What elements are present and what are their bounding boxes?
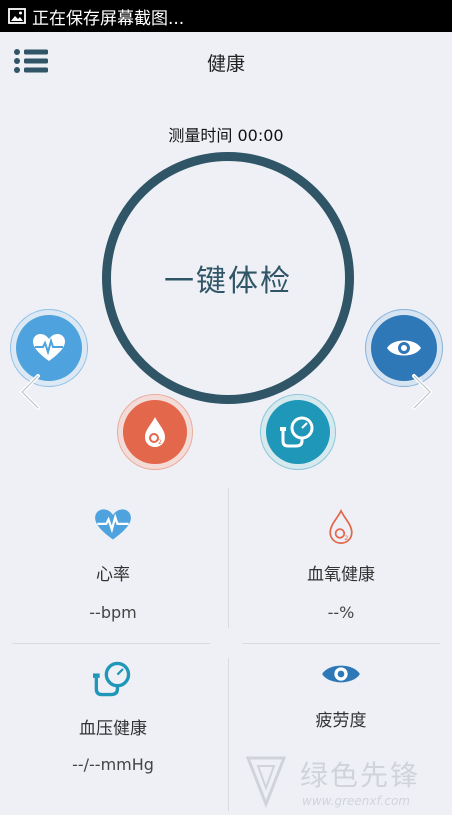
checkup-label: 一键体检 — [164, 264, 292, 299]
chevron-right-icon[interactable] — [408, 372, 438, 412]
status-notification: 正在保存屏幕截图... — [32, 8, 185, 29]
watermark-text: 绿色先锋 — [300, 759, 421, 792]
svg-text:2: 2 — [344, 534, 348, 542]
metric-label: 血压健康 — [79, 719, 147, 739]
page-title: 健康 — [206, 53, 245, 75]
heart-pulse-icon — [33, 334, 65, 361]
watermark-logo: 绿色先锋 www.greenxf.com — [244, 752, 452, 811]
metric-blood-oxygen[interactable]: 2 血氧健康 --% — [228, 508, 452, 622]
metric-value: --bpm — [89, 603, 137, 622]
blood-pressure-icon — [280, 416, 314, 448]
chevron-left-icon[interactable] — [14, 372, 44, 412]
blood-drop-icon: 2 — [145, 417, 165, 447]
grid-divider-horizontal-right — [242, 643, 440, 644]
metric-label: 血氧健康 — [307, 565, 375, 585]
metric-label: 疲劳度 — [315, 711, 367, 731]
eye-icon — [322, 665, 360, 683]
blood-pressure-icon — [93, 661, 131, 697]
blood-oxygen-circle-button[interactable]: 2 — [117, 394, 193, 470]
metric-value: --/--mmHg — [72, 755, 154, 774]
status-bar: 正在保存屏幕截图... — [0, 0, 452, 32]
blood-pressure-circle-button[interactable] — [260, 394, 336, 470]
image-icon — [8, 8, 26, 24]
metric-blood-pressure[interactable]: 血压健康 --/--mmHg — [0, 660, 226, 774]
metric-label: 心率 — [96, 565, 130, 585]
eye-icon — [387, 340, 421, 356]
metric-fatigue[interactable]: 疲劳度 — [228, 660, 452, 747]
app-header: 健康 — [0, 32, 452, 90]
heart-pulse-icon — [95, 509, 131, 540]
metric-value: --% — [327, 603, 355, 622]
grid-divider-horizontal-left — [12, 643, 210, 644]
svg-text:2: 2 — [158, 439, 162, 446]
metric-heart-rate[interactable]: 心率 --bpm — [0, 508, 226, 622]
one-click-checkup-button[interactable]: 一键体检 — [102, 152, 354, 404]
watermark-url: www.greenxf.com — [302, 794, 410, 808]
measure-time-label: 测量时间 00:00 — [168, 126, 284, 145]
blood-drop-icon: 2 — [329, 508, 353, 545]
